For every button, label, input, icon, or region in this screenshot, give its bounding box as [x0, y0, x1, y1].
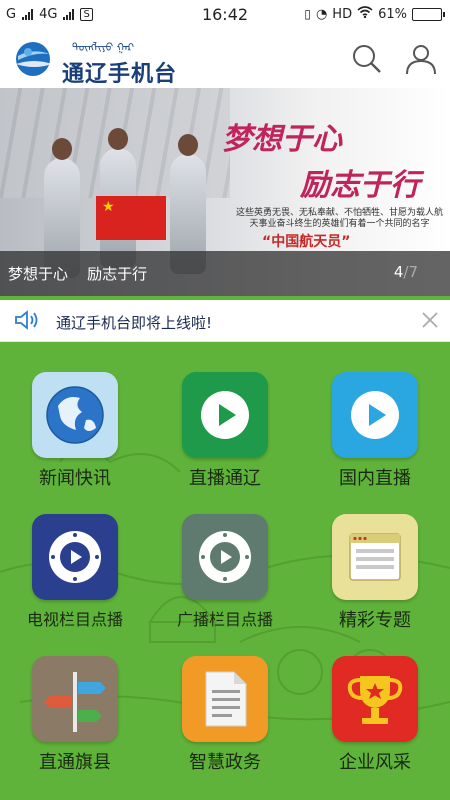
menu-grid: 新闻快讯 直播通辽 国内直播 电视栏目点播 广播栏目点播 精彩专题 直通旗县 智…: [0, 342, 450, 800]
banner-caption-bar: 梦想于心 励志于行 4/7: [0, 251, 450, 296]
mongolian-title: ᠲᠥᠩᠯᠢᠶᠣ ᠭᠠᠷ: [72, 41, 135, 54]
tile-smart-government[interactable]: 智慧政务: [150, 626, 300, 773]
tile-news[interactable]: 新闻快讯: [0, 342, 150, 489]
app-header: ᠲᠥᠩᠯᠢᠶᠣ ᠭᠠᠷ 通辽手机台: [0, 30, 450, 88]
globe-icon: [32, 372, 118, 458]
tile-domestic-live[interactable]: 国内直播: [300, 342, 450, 489]
banner-page-indicator: 4/7: [394, 263, 418, 281]
banner-slogan-1: 梦想于心: [222, 122, 342, 157]
signpost-icon: [32, 656, 118, 742]
tile-label: 智慧政务: [189, 752, 261, 773]
hd-label: HD: [332, 6, 353, 22]
globe-logo-icon: [12, 38, 54, 80]
tile-radio-vod[interactable]: 广播栏目点播: [150, 484, 300, 629]
document-icon: [182, 656, 268, 742]
tile-enterprise[interactable]: 企业风采: [300, 626, 450, 773]
notice-text: 通辽手机台即将上线啦!: [56, 314, 213, 332]
banner-slogan-2: 励志于行: [300, 168, 420, 203]
trophy-icon: [332, 656, 418, 742]
web-page-icon: [332, 514, 418, 600]
banner-caption: 梦想于心 励志于行: [8, 265, 148, 283]
search-icon: [353, 45, 381, 73]
battery-icon: [412, 7, 445, 21]
user-icon: [406, 45, 436, 75]
status-bar: G 4G S 16:42 ▯ ◔ HD 61%: [0, 0, 450, 30]
page-total: /7: [403, 263, 418, 281]
tile-label: 直通旗县: [39, 752, 111, 773]
vod-play-icon: [32, 514, 118, 600]
wifi-icon: [357, 6, 373, 22]
banner-highlight-name: “中国航天员”: [262, 234, 351, 250]
china-flag: ★: [96, 196, 166, 240]
search-button[interactable]: [350, 42, 384, 76]
battery-percent: 61%: [378, 6, 407, 22]
app-title: 通辽手机台: [62, 62, 178, 87]
banner-body-text: 这些英勇无畏、无私奉献、不怕牺牲、甘愿为载人航天事业奋斗终生的英雄们有着一个共同…: [235, 208, 443, 229]
status-right: ▯ ◔ HD 61%: [304, 6, 445, 22]
alarm-icon: ◔: [315, 6, 328, 22]
tile-counties[interactable]: 直通旗县: [0, 626, 150, 773]
tile-tv-vod[interactable]: 电视栏目点播: [0, 484, 150, 629]
tile-label: 企业风采: [339, 752, 411, 773]
play-icon: [182, 372, 268, 458]
play-icon: [332, 372, 418, 458]
notice-bar[interactable]: 通辽手机台即将上线啦!: [0, 300, 450, 342]
vod-play-icon: [182, 514, 268, 600]
close-icon[interactable]: [420, 310, 440, 330]
speaker-icon: [15, 310, 38, 330]
tile-special-topics[interactable]: 精彩专题: [300, 484, 450, 631]
page-current: 4: [393, 263, 404, 281]
tile-live-tongliao[interactable]: 直播通辽: [150, 342, 300, 489]
banner-carousel[interactable]: ★ 梦想于心 励志于行 这些英勇无畏、无私奉献、不怕牺牲、甘愿为载人航天事业奋斗…: [0, 88, 450, 296]
vibrate-icon: ▯: [304, 7, 311, 21]
user-button[interactable]: [404, 42, 438, 76]
